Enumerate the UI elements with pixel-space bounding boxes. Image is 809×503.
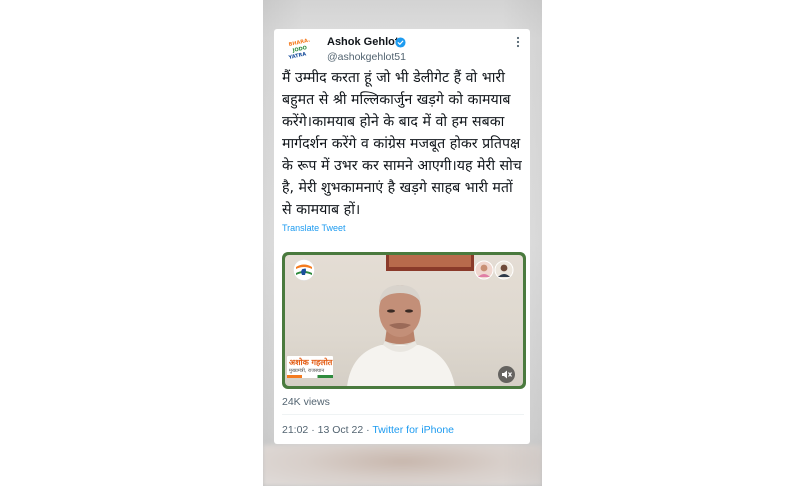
verified-badge-icon bbox=[395, 37, 406, 48]
tweet-text: मैं उम्मीद करता हूं जो भी डेलीगेट हैं वो… bbox=[282, 67, 530, 221]
author-handle[interactable]: @ashokgehlot51 bbox=[327, 51, 406, 63]
mute-button[interactable] bbox=[498, 366, 515, 383]
meta-separator: · bbox=[366, 424, 370, 436]
congress-logo-icon bbox=[293, 259, 315, 281]
nameplate-name: अशोक गहलोत bbox=[289, 358, 333, 367]
tweet-source-link[interactable]: Twitter for iPhone bbox=[372, 424, 454, 436]
tweet-text-line: करेंगे।कामयाब होने के बाद में वो हम सबका bbox=[282, 114, 505, 130]
meta-separator: · bbox=[311, 424, 315, 436]
blurred-video-edge bbox=[263, 445, 542, 486]
tweet-text-line: के रूप में उभर कर सामने आएगी।यह मेरी सोच bbox=[282, 158, 522, 174]
wall-picture-frame bbox=[386, 255, 474, 271]
tweet-text-line: है, मेरी शुभकामनाएं है खड़गे साहब भारी म… bbox=[282, 180, 513, 196]
tweet-card[interactable]: BHARAT JODO YATRA Ashok Gehlot @ashokgeh… bbox=[274, 29, 530, 444]
more-options-icon[interactable] bbox=[514, 35, 522, 49]
tweet-text-line: मार्गदर्शन करेंगे व कांग्रेस मजबूत होकर … bbox=[282, 136, 521, 152]
tweet-date[interactable]: 13 Oct 22 bbox=[318, 424, 364, 436]
nameplate-role: मुख्यमंत्री, राजस्थान bbox=[289, 368, 325, 374]
leaders-portraits bbox=[474, 260, 514, 280]
speaker-person bbox=[347, 285, 455, 386]
speaker-muted-icon bbox=[502, 370, 512, 379]
divider bbox=[282, 414, 524, 415]
view-count: 24K views bbox=[282, 396, 330, 408]
tweet-meta: 21:02 · 13 Oct 22 · Twitter for iPhone bbox=[282, 424, 454, 436]
tweet-text-line: बहुमत से श्री मल्लिकार्जुन खड़गे को कामय… bbox=[282, 92, 511, 108]
tweet-text-line: मैं उम्मीद करता हूं जो भी डेलीगेट हैं वो… bbox=[282, 70, 505, 86]
video-nameplate: अशोक गहलोत मुख्यमंत्री, राजस्थान bbox=[287, 356, 333, 378]
translate-tweet-link[interactable]: Translate Tweet bbox=[282, 223, 346, 233]
tweet-time[interactable]: 21:02 bbox=[282, 424, 308, 436]
profile-avatar[interactable]: BHARAT JODO YATRA bbox=[286, 37, 314, 65]
tweet-video[interactable]: अशोक गहलोत मुख्यमंत्री, राजस्थान bbox=[282, 252, 526, 389]
author-name[interactable]: Ashok Gehlot bbox=[327, 36, 399, 48]
nameplate-tricolor-stripe bbox=[287, 375, 333, 378]
tweet-text-line: से कामयाब हों। bbox=[282, 202, 361, 218]
video-frame[interactable]: अशोक गहलोत मुख्यमंत्री, राजस्थान bbox=[285, 255, 523, 386]
